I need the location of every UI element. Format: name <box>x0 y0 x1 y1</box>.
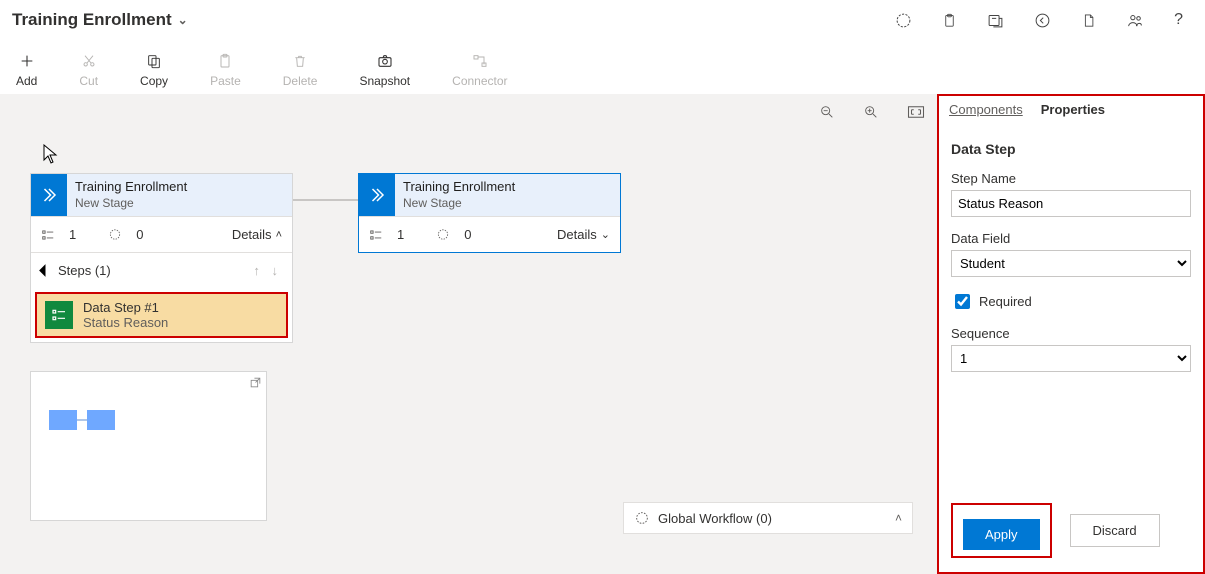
paste-button: Paste <box>210 52 241 88</box>
global-workflow-label: Global Workflow (0) <box>658 511 772 526</box>
zoom-in-icon[interactable] <box>863 104 879 120</box>
designer-canvas[interactable]: Training Enrollment New Stage 1 0 Detail… <box>0 94 937 574</box>
steps-count-icon <box>369 228 383 242</box>
clipboard-icon[interactable] <box>942 12 957 29</box>
process-title[interactable]: Training Enrollment ⌄ <box>12 10 188 30</box>
minimap-connector <box>77 419 87 421</box>
data-field-label: Data Field <box>951 231 1191 246</box>
document-icon[interactable] <box>1081 12 1096 29</box>
panel-section-title: Data Step <box>951 141 1191 157</box>
stage2-name: New Stage <box>403 196 515 212</box>
snapshot-label: Snapshot <box>359 74 410 88</box>
back-icon[interactable] <box>1034 12 1051 29</box>
stage-card-2[interactable]: Training Enrollment New Stage 1 0 Detail… <box>358 173 621 253</box>
data-step-title: Data Step #1 <box>83 300 168 315</box>
steps-count-icon <box>41 228 55 242</box>
popout-icon[interactable] <box>249 376 262 389</box>
fit-screen-icon[interactable] <box>907 105 925 119</box>
cut-icon <box>80 52 98 70</box>
plus-icon <box>18 52 36 70</box>
minimap[interactable] <box>30 371 267 521</box>
apply-button[interactable]: Apply <box>963 519 1040 550</box>
minimap-stage <box>49 410 77 430</box>
tab-properties[interactable]: Properties <box>1041 102 1105 117</box>
camera-icon <box>376 52 394 70</box>
chevron-down-icon: ⌄ <box>601 228 610 241</box>
people-icon[interactable] <box>1126 12 1144 29</box>
stage-chevron-icon <box>359 174 395 216</box>
minimap-stage <box>87 410 115 430</box>
stage1-name: New Stage <box>75 196 187 212</box>
tab-components[interactable]: Components <box>949 102 1023 117</box>
stage2-entity: Training Enrollment <box>403 179 515 196</box>
connector-icon <box>471 52 489 70</box>
cut-button: Cut <box>79 52 98 88</box>
connector-button: Connector <box>452 52 507 88</box>
paste-label: Paste <box>210 74 241 88</box>
collapse-triangle-icon[interactable] <box>39 264 52 277</box>
stage-chevron-icon <box>31 174 67 216</box>
data-step-icon <box>45 301 73 329</box>
delete-label: Delete <box>283 74 318 88</box>
copy-icon <box>145 52 163 70</box>
data-field-select[interactable]: Student <box>951 250 1191 277</box>
add-label: Add <box>16 74 37 88</box>
workflow-count-icon <box>436 228 450 242</box>
chevron-down-icon: ⌄ <box>178 13 188 27</box>
copy-label: Copy <box>140 74 168 88</box>
stage2-wf-count: 0 <box>464 227 471 242</box>
connector-label: Connector <box>452 74 507 88</box>
reorder-arrows: ↑ ↓ <box>253 263 282 278</box>
cut-label: Cut <box>79 74 98 88</box>
help-icon[interactable]: ? <box>1174 11 1183 29</box>
stage2-step-count: 1 <box>397 227 404 242</box>
step-name-label: Step Name <box>951 171 1191 186</box>
sequence-label: Sequence <box>951 326 1191 341</box>
delete-button: Delete <box>283 52 318 88</box>
stage2-details-toggle[interactable]: Details ⌄ <box>557 227 610 242</box>
step-name-input[interactable] <box>951 190 1191 217</box>
chevron-up-icon: ˄ <box>276 229 282 241</box>
zoom-out-icon[interactable] <box>819 104 835 120</box>
workflow-count-icon <box>108 228 122 242</box>
stage1-details-toggle[interactable]: Details ˄ <box>232 227 282 242</box>
stage-card-1[interactable]: Training Enrollment New Stage 1 0 Detail… <box>30 173 293 343</box>
steps-header: Steps (1) <box>58 263 111 278</box>
stage1-step-count: 1 <box>69 227 76 242</box>
sequence-select[interactable]: 1 <box>951 345 1191 372</box>
stage1-entity: Training Enrollment <box>75 179 187 196</box>
data-step-subtitle: Status Reason <box>83 315 168 330</box>
stage-connector <box>293 199 358 201</box>
properties-panel: Components Properties Data Step Step Nam… <box>937 94 1205 574</box>
paste-icon <box>216 52 234 70</box>
stage1-wf-count: 0 <box>136 227 143 242</box>
global-workflow-bar[interactable]: Global Workflow (0) ˄ <box>623 502 913 534</box>
workflow-icon <box>634 510 650 526</box>
add-button[interactable]: Add <box>16 52 37 88</box>
required-label: Required <box>979 294 1032 309</box>
discard-button[interactable]: Discard <box>1070 514 1160 547</box>
chevron-up-icon[interactable]: ˄ <box>895 511 902 525</box>
process-title-text: Training Enrollment <box>12 10 172 30</box>
validate-icon[interactable] <box>895 12 912 29</box>
required-checkbox[interactable] <box>955 294 970 309</box>
data-step-item[interactable]: Data Step #1 Status Reason <box>35 292 288 338</box>
copy-button[interactable]: Copy <box>140 52 168 88</box>
snapshot-button[interactable]: Snapshot <box>359 52 410 88</box>
trash-icon <box>291 52 309 70</box>
save-as-icon[interactable] <box>987 12 1004 29</box>
cursor-icon <box>42 144 58 164</box>
